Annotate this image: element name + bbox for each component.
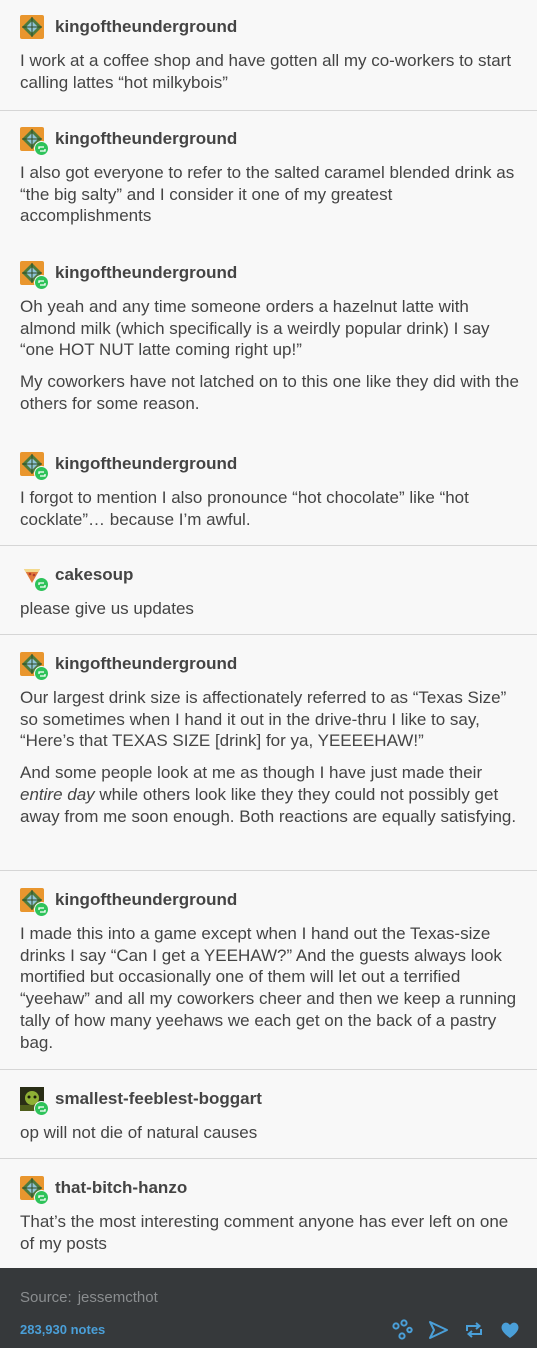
kingoftheunderground-avatar[interactable] <box>20 888 49 917</box>
entry-paragraph: op will not die of natural causes <box>20 1123 258 1142</box>
reblog-badge-icon <box>34 1101 49 1116</box>
entry-paragraph: Our largest drink size is affectionately… <box>20 688 507 751</box>
share-icon[interactable] <box>391 1319 413 1341</box>
username-link[interactable]: kingoftheunderground <box>55 17 237 37</box>
source-value[interactable]: jessemcthot <box>78 1289 158 1306</box>
username-link[interactable]: cakesoup <box>55 565 133 585</box>
post-footer: Source: jessemcthot 283,930 notes <box>0 1268 537 1348</box>
kingoftheunderground-avatar[interactable] <box>20 261 49 290</box>
reblog-entry: smallest-feeblest-boggart op will not die… <box>0 1084 537 1144</box>
entry-body: I forgot to mention I also pronounce “ho… <box>20 487 519 530</box>
entry-body: That’s the most interesting comment anyo… <box>20 1211 519 1254</box>
entry-divider <box>0 1158 537 1159</box>
reblog-badge-icon <box>34 666 49 681</box>
username-link[interactable]: kingoftheunderground <box>55 454 237 474</box>
kingoftheunderground-avatar[interactable] <box>20 452 49 481</box>
entry-paragraph: My coworkers have not latched on to this… <box>20 372 519 413</box>
entry-paragraph: Oh yeah and any time someone orders a ha… <box>20 297 490 360</box>
kingoftheunderground-avatar[interactable] <box>20 127 49 156</box>
send-icon[interactable] <box>427 1319 449 1341</box>
username-link[interactable]: kingoftheunderground <box>55 263 237 283</box>
entry-divider <box>0 870 537 871</box>
username-link[interactable]: smallest-feeblest-boggart <box>55 1089 262 1109</box>
reblog-entry: kingoftheunderground I made this into a g… <box>0 885 537 1053</box>
reblog-entry: kingoftheunderground I forgot to mention … <box>0 449 537 530</box>
reblog-badge-icon <box>34 275 49 290</box>
cakesoup-avatar[interactable] <box>20 563 49 592</box>
entry-body: Oh yeah and any time someone orders a ha… <box>20 296 519 415</box>
entry-paragraph: And some people look at me as though I h… <box>20 763 517 826</box>
entry-header: kingoftheunderground <box>20 258 519 290</box>
reblog-badge-icon <box>34 466 49 481</box>
smallest-feeblest-boggart-avatar[interactable] <box>20 1087 49 1116</box>
that-bitch-hanzo-avatar[interactable] <box>20 1176 49 1205</box>
entry-header: kingoftheunderground <box>20 449 519 481</box>
entry-paragraph: I forgot to mention I also pronounce “ho… <box>20 488 469 529</box>
reblog-badge-icon <box>34 577 49 592</box>
post-actions <box>391 1319 521 1341</box>
username-link[interactable]: kingoftheunderground <box>55 890 237 910</box>
entry-body: I also got everyone to refer to the salt… <box>20 162 519 227</box>
entry-paragraph: I made this into a game except when I ha… <box>20 924 517 1052</box>
entry-body: I work at a coffee shop and have gotten … <box>20 50 519 93</box>
reblog-badge-icon <box>34 141 49 156</box>
entry-body: I made this into a game except when I ha… <box>20 923 519 1053</box>
username-link[interactable]: that-bitch-hanzo <box>55 1178 187 1198</box>
entry-header: kingoftheunderground <box>20 124 519 156</box>
reblog-badge-icon <box>34 1190 49 1205</box>
reblog-entry: that-bitch-hanzo That’s the most interest… <box>0 1173 537 1254</box>
reblog-entry: kingoftheunderground Oh yeah and any time… <box>0 258 537 415</box>
entry-header: cakesoup <box>20 560 519 592</box>
username-link[interactable]: kingoftheunderground <box>55 654 237 674</box>
entry-divider <box>0 110 537 111</box>
notes-count[interactable]: 283,930 notes <box>20 1322 105 1337</box>
entry-header: kingoftheunderground <box>20 649 519 681</box>
entry-body: op will not die of natural causes <box>20 1122 519 1144</box>
entry-divider <box>0 634 537 635</box>
entry-divider <box>0 1069 537 1070</box>
entry-header: kingoftheunderground <box>20 12 519 42</box>
entry-paragraph: I work at a coffee shop and have gotten … <box>20 51 512 92</box>
source-label: Source: <box>20 1289 72 1306</box>
entry-header: that-bitch-hanzo <box>20 1173 519 1205</box>
username-link[interactable]: kingoftheunderground <box>55 129 237 149</box>
entry-paragraph: I also got everyone to refer to the salt… <box>20 163 515 226</box>
reblog-icon[interactable] <box>463 1319 485 1341</box>
entry-header: smallest-feeblest-boggart <box>20 1084 519 1116</box>
entry-divider <box>0 545 537 546</box>
reblog-badge-icon <box>34 902 49 917</box>
entry-body: please give us updates <box>20 598 519 620</box>
reblog-entry: kingoftheunderground I work at a coffee s… <box>0 12 537 93</box>
heart-icon[interactable] <box>499 1319 521 1341</box>
entry-paragraph: That’s the most interesting comment anyo… <box>20 1212 509 1253</box>
kingoftheunderground-avatar[interactable] <box>20 15 44 39</box>
kingoftheunderground-avatar[interactable] <box>20 652 49 681</box>
entry-body: Our largest drink size is affectionately… <box>20 687 519 827</box>
reblog-entry: cakesoup please give us updates <box>0 560 537 620</box>
entry-paragraph: please give us updates <box>20 599 194 618</box>
source-link[interactable]: Source: jessemcthot <box>20 1289 158 1306</box>
reblog-entry: kingoftheunderground I also got everyone … <box>0 124 537 227</box>
reblog-entry: kingoftheunderground Our largest drink si… <box>0 649 537 827</box>
entry-header: kingoftheunderground <box>20 885 519 917</box>
